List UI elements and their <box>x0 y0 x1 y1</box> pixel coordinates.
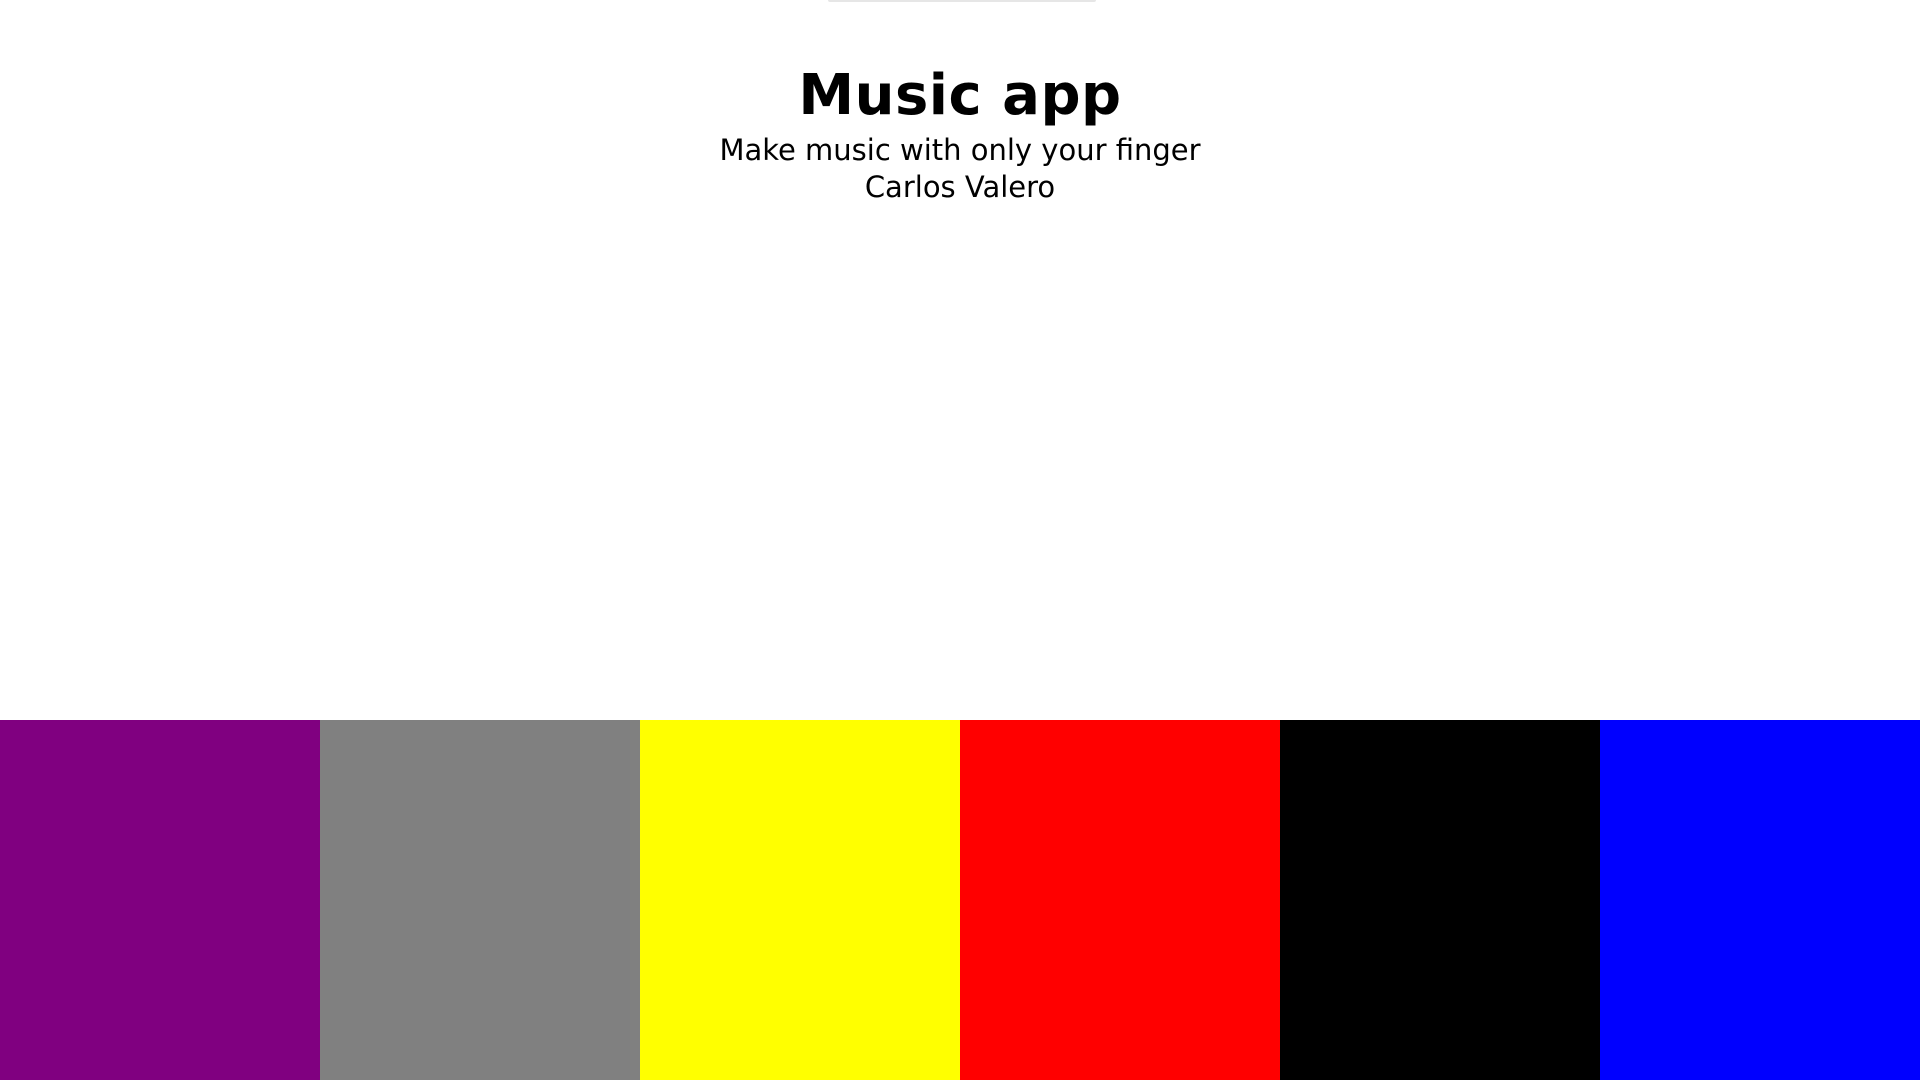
author-name: Carlos Valero <box>864 170 1056 204</box>
pad-yellow[interactable] <box>640 720 960 1080</box>
app-header: Music app Make music with only your fing… <box>0 60 1920 206</box>
page-title: Music app <box>798 63 1122 128</box>
sound-pads <box>0 720 1920 1080</box>
pad-blue[interactable] <box>1600 720 1920 1080</box>
pad-red[interactable] <box>960 720 1280 1080</box>
pad-purple[interactable] <box>0 720 320 1080</box>
page-subtitle: Make music with only your finger <box>719 133 1201 167</box>
pad-gray[interactable] <box>320 720 640 1080</box>
pad-black[interactable] <box>1280 720 1600 1080</box>
top-divider <box>828 0 1096 2</box>
